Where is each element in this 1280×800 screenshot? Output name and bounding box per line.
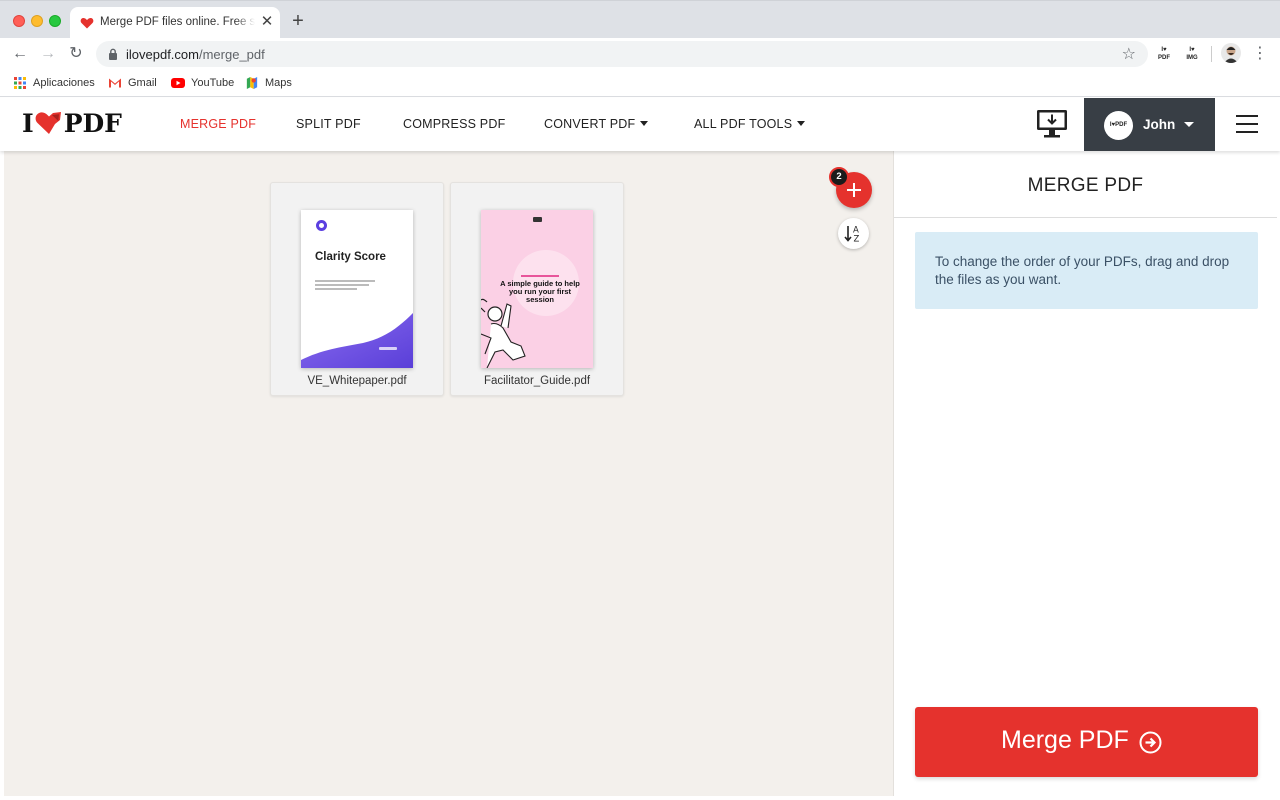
bookmark-label: YouTube	[191, 75, 234, 91]
bookmark-youtube[interactable]: YouTube	[171, 75, 236, 91]
bookmark-label: Gmail	[128, 75, 157, 91]
bookmarks-bar: Aplicaciones Gmail YouTube Maps	[0, 70, 1280, 97]
bookmark-aplicaciones[interactable]: Aplicaciones	[13, 75, 103, 91]
nav-merge-pdf[interactable]: MERGE PDF	[180, 117, 256, 131]
user-avatar: I♥PDF	[1104, 111, 1133, 140]
tab-close-icon[interactable]: ✕	[259, 14, 275, 30]
merge-pdf-button[interactable]: Merge PDF	[915, 707, 1258, 777]
file-thumbnail: Clarity Score	[301, 210, 413, 368]
sort-az-icon: A Z	[838, 218, 869, 249]
browser-menu-icon[interactable]: ⋮	[1252, 44, 1264, 64]
sort-az-button[interactable]: A Z	[838, 218, 869, 249]
bookmark-maps[interactable]: Maps	[245, 75, 300, 91]
nav-convert-pdf[interactable]: CONVERT PDF	[544, 117, 648, 131]
file-name: Facilitator_Guide.pdf	[451, 375, 623, 387]
panel-divider	[894, 217, 1277, 218]
caret-down-icon	[797, 121, 805, 126]
purple-wave-shape	[301, 305, 413, 368]
info-message: To change the order of your PDFs, drag a…	[915, 232, 1258, 309]
panel-title: MERGE PDF	[894, 175, 1277, 197]
svg-text:Z: Z	[854, 235, 860, 245]
maps-icon	[245, 77, 259, 89]
user-name: John	[1143, 117, 1175, 132]
logo-word: PDF	[64, 109, 122, 138]
url-path: /merge_pdf	[199, 47, 265, 62]
nav-compress-pdf[interactable]: COMPRESS PDF	[403, 117, 505, 131]
nav-label: CONVERT PDF	[544, 117, 635, 131]
window-minimize-button[interactable]	[31, 15, 43, 27]
thumbnail-text-lines	[315, 280, 375, 292]
reload-icon[interactable]: ↻	[66, 44, 86, 64]
ilovepdf-heart-icon	[80, 16, 94, 30]
gmail-icon	[108, 77, 122, 89]
files-workspace: Clarity Score VE_Whitepaper.pdf A simple…	[4, 151, 893, 796]
thumbnail-subtitle-line	[521, 275, 559, 277]
address-bar[interactable]: ilovepdf.com/merge_pdf ☆	[96, 41, 1148, 67]
file-card[interactable]: A simple guide to help you run your firs…	[450, 182, 624, 396]
logo-heart-icon	[35, 111, 63, 135]
url-host: ilovepdf.com	[126, 47, 199, 62]
tab-title: Merge PDF files online. Free service	[100, 16, 255, 28]
nav-all-pdf-tools[interactable]: ALL PDF TOOLS	[694, 117, 805, 131]
file-count-badge: 2	[829, 167, 849, 187]
site-header: I PDF MERGE PDF SPLIT PDF COMPRESS PDF CO…	[0, 98, 1280, 151]
hamburger-menu-icon[interactable]	[1236, 115, 1258, 133]
profile-face-icon	[1221, 43, 1241, 63]
logo-letter: I	[22, 109, 34, 138]
thumbnail-footer-mark	[379, 347, 397, 350]
browser-profile-avatar[interactable]	[1221, 43, 1241, 63]
bookmark-star-icon[interactable]: ☆	[1122, 44, 1136, 64]
desktop-download-icon[interactable]	[1036, 109, 1068, 139]
bookmark-label: Aplicaciones	[33, 75, 95, 91]
merge-button-label: Merge PDF	[1001, 726, 1129, 755]
youtube-icon	[171, 77, 185, 89]
file-thumbnail: A simple guide to help you run your firs…	[481, 210, 593, 368]
tool-sidebar: MERGE PDF To change the order of your PD…	[893, 151, 1277, 796]
window-zoom-button[interactable]	[49, 15, 61, 27]
browser-tab-bar: Merge PDF files online. Free service ✕ +	[0, 0, 1280, 38]
thumbnail-title: Clarity Score	[315, 251, 395, 263]
nav-label: ALL PDF TOOLS	[694, 117, 792, 131]
browser-toolbar: ← → ↻ ilovepdf.com/merge_pdf ☆ I♥ PDF I♥…	[0, 38, 1280, 70]
apps-grid-icon	[13, 77, 27, 89]
new-tab-button[interactable]: +	[288, 11, 308, 31]
document-logo-icon	[533, 217, 542, 222]
user-caret-down-icon	[1184, 122, 1194, 127]
browser-tab-active[interactable]: Merge PDF files online. Free service ✕	[70, 7, 280, 39]
user-menu[interactable]: I♥PDF John	[1084, 98, 1215, 151]
window-close-button[interactable]	[13, 15, 25, 27]
iloveimg-extension-icon[interactable]: I♥ IMG	[1184, 46, 1200, 62]
arrow-circle-right-icon	[1139, 731, 1162, 754]
document-logo-icon	[316, 220, 327, 231]
illustration-figure-icon	[481, 294, 536, 368]
lock-icon	[108, 48, 118, 60]
bookmark-label: Maps	[265, 75, 292, 91]
bookmark-gmail[interactable]: Gmail	[108, 75, 163, 91]
toolbar-divider	[1211, 46, 1212, 62]
ilovepdf-logo[interactable]: I PDF	[22, 110, 122, 138]
url-text: ilovepdf.com/merge_pdf	[126, 47, 265, 62]
nav-split-pdf[interactable]: SPLIT PDF	[296, 117, 361, 131]
file-card[interactable]: Clarity Score VE_Whitepaper.pdf	[270, 182, 444, 396]
file-name: VE_Whitepaper.pdf	[271, 375, 443, 387]
ilovepdf-extension-icon[interactable]: I♥ PDF	[1156, 46, 1172, 62]
window-edge	[0, 796, 1280, 800]
caret-down-icon	[640, 121, 648, 126]
forward-icon[interactable]: →	[38, 44, 58, 64]
back-icon[interactable]: ←	[10, 44, 30, 64]
